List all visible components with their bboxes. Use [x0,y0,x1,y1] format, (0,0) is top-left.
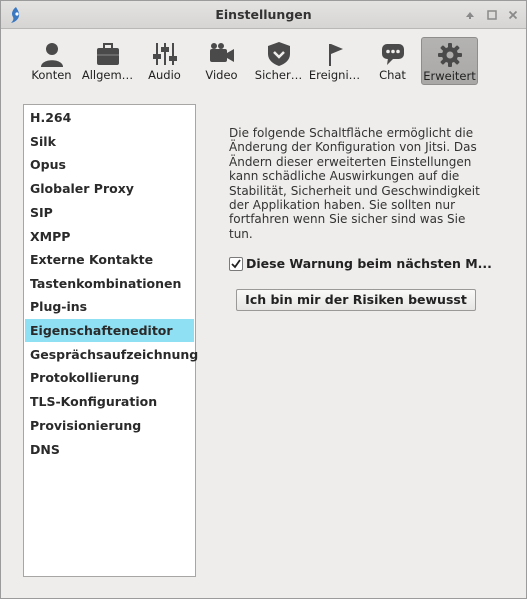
list-item-silk[interactable]: Silk [25,130,194,153]
list-item-gespraechsaufzeichnung[interactable]: Gesprächsaufzeichnung [25,343,198,366]
settings-window: Einstellungen Konten Allgem… Audio Video… [0,0,527,599]
chat-bubble-icon [365,40,420,68]
settings-toolbar: Konten Allgem… Audio Video Sicher… Ereig… [1,30,526,92]
tab-label: Allgem… [81,68,134,82]
tab-label: Sicher… [254,68,303,82]
description-line: kann schädliche Auswirkungen auf die [229,169,460,184]
tab-label: Chat [379,68,406,82]
list-item-protokollierung[interactable]: Protokollierung [25,366,194,389]
list-item-tastenkombinationen[interactable]: Tastenkombinationen [25,272,194,295]
tab-sicherheit[interactable]: Sicher… [251,37,306,85]
tab-label: Konten [31,68,72,82]
window-close-button[interactable] [504,7,521,23]
list-item-tls-konfiguration[interactable]: TLS-Konfiguration [25,390,194,413]
show-warning-checkbox[interactable] [229,257,243,271]
description-line: Änderung der Konfiguration von Jitsi. Da… [229,140,477,155]
description-line: tun. [229,226,253,241]
warning-description: Die folgende Schaltfläche ermöglicht die… [229,126,491,241]
description-line: Die folgende Schaltfläche ermöglicht die [229,126,474,140]
tab-chat[interactable]: Chat [365,37,420,85]
tab-label: Erweitert [423,69,476,83]
flag-icon [307,40,362,68]
briefcase-icon [80,40,135,68]
list-item-opus[interactable]: Opus [25,153,194,176]
gear-icon [422,41,477,69]
tab-erweitert[interactable]: Erweitert [421,37,478,85]
tab-audio[interactable]: Audio [137,37,192,85]
description-line: Stabilität, Sicherheit und Geschwindigke… [229,183,480,198]
description-line: Ändern dieser erweiterten Einstellungen [229,154,472,169]
tab-video[interactable]: Video [194,37,249,85]
advanced-settings-list: H.264 Silk Opus Globaler Proxy SIP XMPP … [23,104,198,577]
list-item-xmpp[interactable]: XMPP [25,225,194,248]
list-item-externe-kontakte[interactable]: Externe Kontakte [25,248,194,271]
tab-label: Ereigni… [308,68,361,82]
window-maximize-button[interactable] [483,7,500,23]
tab-label: Video [205,68,238,82]
list-item-dns[interactable]: DNS [25,438,194,461]
title-bar[interactable]: Einstellungen [1,1,526,29]
checkmark-icon [231,259,241,269]
list-item-provisionierung[interactable]: Provisionierung [25,414,194,437]
tab-label: Audio [148,68,181,82]
description-line: fortfahren wenn Sie sicher sind was Sie [229,212,466,227]
list-item-globaler-proxy[interactable]: Globaler Proxy [25,177,194,200]
window-up-button[interactable] [461,7,478,23]
tab-konten[interactable]: Konten [24,37,79,85]
shield-icon [251,40,306,68]
tab-ereignisse[interactable]: Ereigni… [307,37,362,85]
sliders-icon [137,40,192,68]
window-title: Einstellungen [215,7,312,22]
description-line: der Applikation haben. Sie sollten nur [229,198,456,213]
list-item-eigenschafteneditor[interactable]: Eigenschafteneditor [25,319,194,342]
accept-risks-button[interactable]: Ich bin mir der Risiken bewusst [236,289,476,311]
tab-allgemein[interactable]: Allgem… [80,37,135,85]
list-item-plug-ins[interactable]: Plug-ins [25,295,194,318]
list-item-sip[interactable]: SIP [25,201,194,224]
user-icon [24,40,79,68]
list-item-h264[interactable]: H.264 [25,106,194,129]
show-warning-label[interactable]: Diese Warnung beim nächsten M... [246,256,492,271]
video-camera-icon [194,40,249,68]
